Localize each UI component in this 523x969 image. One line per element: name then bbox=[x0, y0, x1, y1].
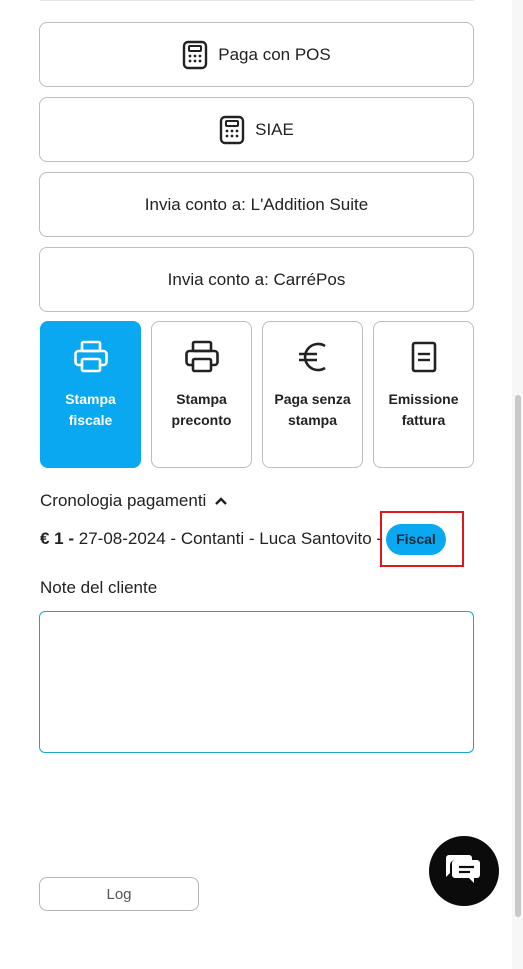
chat-button[interactable] bbox=[429, 836, 499, 906]
tile-label: Paga senza stampa bbox=[274, 391, 351, 428]
calculator-icon bbox=[219, 115, 245, 145]
euro-icon bbox=[295, 340, 331, 379]
printer-icon bbox=[73, 340, 109, 379]
tile-label: Stampa fiscale bbox=[65, 391, 116, 428]
payment-history-title: Cronologia pagamenti bbox=[40, 491, 207, 510]
chevron-up-icon bbox=[214, 491, 228, 511]
scrollbar-thumb[interactable] bbox=[515, 395, 521, 917]
tile-label: Stampa preconto bbox=[171, 391, 232, 428]
send-bill-addition-button[interactable]: Invia conto a: L'Addition Suite bbox=[39, 172, 474, 237]
document-icon bbox=[406, 340, 442, 379]
tile-issue-invoice[interactable]: Emissione fattura bbox=[373, 321, 474, 468]
customer-notes-input[interactable] bbox=[39, 611, 474, 753]
pay-with-pos-button[interactable]: Paga con POS bbox=[39, 22, 474, 87]
payment-amount: € 1 - bbox=[40, 529, 75, 548]
customer-notes-label: Note del cliente bbox=[40, 578, 158, 597]
send-bill-carrepos-label: Invia conto a: CarréPos bbox=[167, 269, 346, 289]
printer-icon bbox=[184, 340, 220, 379]
highlight-box bbox=[380, 511, 464, 567]
tile-pre-bill-print[interactable]: Stampa preconto bbox=[151, 321, 252, 468]
chat-bubbles-icon bbox=[445, 852, 483, 891]
tile-fiscal-print[interactable]: Stampa fiscale bbox=[40, 321, 141, 468]
tile-label: Emissione fattura bbox=[388, 391, 459, 428]
payment-history-toggle[interactable]: Cronologia pagamenti bbox=[40, 490, 228, 512]
send-bill-addition-label: Invia conto a: L'Addition Suite bbox=[144, 194, 369, 214]
calculator-icon bbox=[182, 40, 208, 70]
tile-pay-without-print[interactable]: Paga senza stampa bbox=[262, 321, 363, 468]
log-button[interactable]: Log bbox=[39, 877, 199, 911]
payment-panel: Paga con POS SIAE Invia conto a: L'Addit… bbox=[0, 0, 523, 969]
siae-label: SIAE bbox=[255, 119, 294, 139]
pay-with-pos-label: Paga con POS bbox=[218, 44, 331, 64]
payment-details: 27-08-2024 - Contanti - Luca Santovito - bbox=[74, 529, 383, 548]
divider bbox=[40, 0, 474, 1]
send-bill-carrepos-button[interactable]: Invia conto a: CarréPos bbox=[39, 247, 474, 312]
siae-button[interactable]: SIAE bbox=[39, 97, 474, 162]
